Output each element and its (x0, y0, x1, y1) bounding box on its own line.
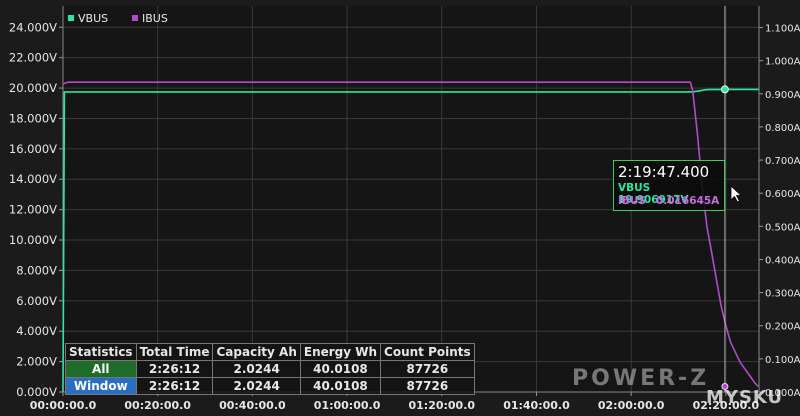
cell-capacity: 2.0244 (212, 360, 301, 378)
y-right-tick-label: 0.400A (765, 255, 800, 266)
chart-window: 0.000V 2.000V 4.000V 6.000V 8.000V 10.000V 12.… (0, 0, 800, 416)
legend-label-ibus: IBUS (142, 12, 168, 25)
x-tick-label: 02:00:00.0 (598, 399, 665, 412)
header-capacity: Capacity Ah (212, 343, 301, 361)
y-right-tick-label: 0.600A (765, 189, 800, 200)
y-right-tick-label: 0.500A (765, 222, 800, 233)
y-left-tick-label: 0.000V (16, 385, 57, 399)
y-left-tick-label: 16.000V (9, 142, 57, 156)
x-tick-label: 00:00:00.0 (30, 399, 97, 412)
header-total-time: Total Time (135, 343, 214, 361)
legend-label-vbus: VBUS (78, 12, 108, 25)
header-statistics: Statistics (65, 343, 137, 361)
cursor-time: 2:19:47.400 (618, 163, 710, 181)
y-right-tick-label: 1.000A (765, 57, 800, 68)
cell-energy: 40.0108 (299, 377, 382, 395)
cell-count-points: 87726 (380, 377, 475, 395)
cell-energy: 40.0108 (299, 360, 382, 378)
cell-total-time: 2:26:12 (135, 360, 214, 378)
mysku-watermark: MYSKU (706, 387, 784, 408)
cursor-ibus-row: IBUS 0.016645A (618, 195, 719, 207)
table-row: All 2:26:12 2.0244 40.0108 87726 (65, 360, 475, 378)
cell-count-points: 87726 (380, 360, 475, 378)
cursor-marker-vbus (720, 85, 729, 94)
y-left-tick-label: 18.000V (9, 111, 57, 125)
x-tick-label: 00:20:00.0 (124, 399, 191, 412)
cursor-tooltip: 2:19:47.400 VBUS19.906917V IBUS 0.016645A (613, 160, 725, 211)
power-z-watermark: POWER-Z (572, 366, 710, 391)
y-left-tick-label: 4.000V (16, 324, 57, 338)
y-right-tick-label: 0.900A (765, 90, 800, 101)
x-tick-label: 00:40:00.0 (219, 399, 286, 412)
y-right-tick-label: 0.200A (765, 322, 800, 333)
y-left-tick-label: 24.000V (9, 20, 57, 34)
legend-swatch-vbus (68, 15, 74, 21)
header-energy: Energy Wh (299, 343, 382, 361)
x-tick-label: 01:00:00.0 (314, 399, 381, 412)
y-right-tick-label: 0.800A (765, 123, 800, 134)
row-label-all[interactable]: All (65, 360, 137, 378)
y-right-tick-label: 0.300A (765, 289, 800, 300)
cursor-ibus-value: 0.016645A (656, 195, 720, 207)
header-count-points: Count Points (380, 343, 475, 361)
cursor-ibus-label: IBUS (618, 195, 646, 207)
table-row: Window 2:26:12 2.0244 40.0108 87726 (65, 377, 475, 395)
y-left-tick-label: 8.000V (16, 263, 57, 277)
y-left-tick-label: 12.000V (9, 203, 57, 217)
y-left-tick-label: 14.000V (9, 172, 57, 186)
y-left-tick-label: 2.000V (16, 355, 57, 369)
x-tick-label: 01:40:00.0 (503, 399, 570, 412)
y-left-tick-label: 22.000V (9, 51, 57, 65)
cell-total-time: 2:26:12 (135, 377, 214, 395)
y-right-tick-label: 0.100A (765, 355, 800, 366)
x-tick-label: 01:20:00.0 (408, 399, 475, 412)
y-right-tick-label: 1.100A (765, 24, 800, 35)
legend-swatch-ibus (132, 15, 138, 21)
y-left-tick-label: 6.000V (16, 294, 57, 308)
y-left-tick-label: 10.000V (9, 233, 57, 247)
row-label-window[interactable]: Window (65, 377, 137, 395)
cursor-vbus-label: VBUS (618, 182, 651, 194)
statistics-table: Statistics Total Time Capacity Ah Energy… (65, 343, 475, 395)
cell-capacity: 2.0244 (212, 377, 301, 395)
y-right-tick-label: 0.700A (765, 156, 800, 167)
y-left-tick-label: 20.000V (9, 81, 57, 95)
